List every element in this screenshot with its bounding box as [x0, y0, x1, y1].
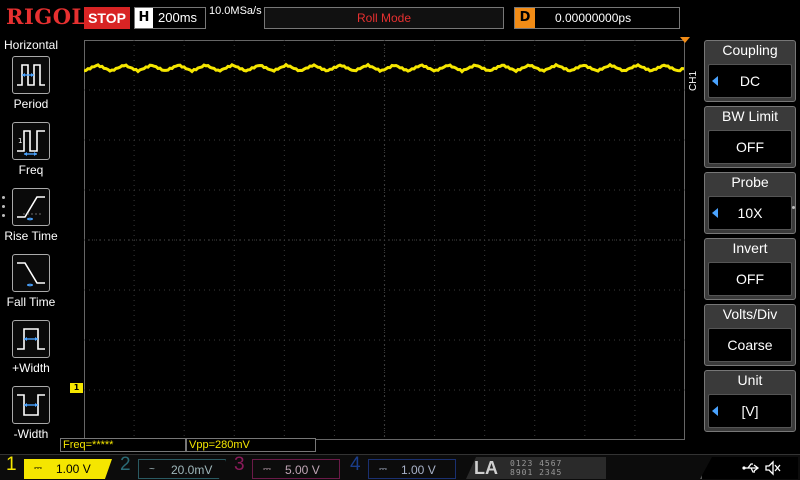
ac-coupling-icon: ~ [149, 464, 155, 475]
menu-value-box: [V] [708, 394, 792, 428]
horizontal-measure-menu: Horizontal Period 1 Freq Rise Time Fall … [0, 36, 62, 456]
channel-settings-menu: Coupling DC BW Limit OFF Probe 10X Inver… [704, 40, 796, 436]
logic-channels-row: 8901 2345 [510, 468, 563, 477]
trigger-delay-control[interactable]: D 0.00000000ps [514, 7, 680, 29]
menu-value: OFF [736, 139, 764, 155]
menu-coupling[interactable]: Coupling DC [704, 40, 796, 102]
timebase-letter: H [135, 8, 153, 28]
logic-channel-grid: 0123 4567 8901 2345 [510, 459, 562, 477]
system-status-area [700, 457, 798, 479]
frequency-measurement: Freq=***** [60, 438, 186, 452]
measure-label: Freq [18, 163, 44, 177]
channel-body: ⎓ 1.00 V [24, 459, 112, 479]
menu-value: [V] [741, 403, 759, 419]
vpp-measurement: Vpp=280mV [186, 438, 316, 452]
menu-probe[interactable]: Probe 10X [704, 172, 796, 234]
measure-item-period[interactable]: Period [0, 56, 62, 118]
waveform-display[interactable] [84, 40, 685, 440]
measure-item-fall-time[interactable]: Fall Time [0, 254, 62, 316]
timebase-control[interactable]: H 200ms [134, 7, 206, 29]
menu-page-indicator [792, 206, 795, 211]
menu-value: DC [739, 73, 761, 89]
measure-label: Period [13, 97, 49, 111]
frequency-icon: 1 [12, 122, 50, 160]
menu-title: Coupling [722, 42, 778, 58]
negative-width-icon [12, 386, 50, 424]
menu-value-box: 10X [708, 196, 792, 230]
measure-label: -Width [13, 427, 49, 441]
usb-icon [742, 463, 760, 473]
menu-title: Probe [731, 174, 769, 190]
trigger-position-marker[interactable] [680, 37, 690, 43]
delay-value: 0.00000000ps [555, 11, 632, 25]
menu-title: Unit [737, 372, 763, 388]
left-menu-title: Horizontal [3, 38, 59, 52]
measure-label: Rise Time [4, 229, 58, 243]
channel-number: 1 [6, 454, 17, 475]
channel-scale: 1.00 V [401, 463, 436, 477]
timebase-value: 200ms [158, 10, 198, 25]
menu-unit[interactable]: Unit [V] [704, 370, 796, 432]
menu-value: OFF [736, 271, 764, 287]
channel-body: ⎓ 5.00 V [252, 459, 340, 479]
sample-rate-readout: 10.0MSa/s [209, 5, 262, 17]
positive-width-icon [12, 320, 50, 358]
channel-scale: 1.00 V [56, 462, 91, 476]
speaker-muted-icon[interactable] [764, 460, 782, 476]
fall-time-icon [12, 254, 50, 292]
menu-value-box: OFF [708, 130, 792, 164]
svg-text:1: 1 [18, 137, 22, 145]
menu-volts-div[interactable]: Volts/Div Coarse [704, 304, 796, 366]
menu-title: BW Limit [722, 108, 778, 124]
menu-title: Volts/Div [722, 306, 778, 322]
acquire-mode-readout: Roll Mode [264, 7, 504, 29]
top-status-bar: RIGOL STOP H 200ms 10.0MSa/s Roll Mode D… [0, 0, 800, 36]
channel-number: 3 [234, 454, 245, 475]
menu-invert[interactable]: Invert OFF [704, 238, 796, 300]
measure-item-rise-time[interactable]: Rise Time [0, 188, 62, 250]
channel-number: 2 [120, 454, 131, 475]
brand-logo: RIGOL [6, 4, 87, 29]
channel-body: ~ 20.0mV [138, 459, 226, 479]
channel-body: ⎓ 1.00 V [368, 459, 456, 479]
rise-time-icon [12, 188, 50, 226]
logic-analyzer-status[interactable]: LA 0123 4567 8901 2345 [466, 457, 606, 479]
period-icon [12, 56, 50, 94]
menu-page-indicator [2, 196, 6, 223]
graticule [84, 40, 685, 440]
delay-letter: D [515, 8, 535, 28]
measure-label: +Width [12, 361, 50, 375]
ch1-ground-marker[interactable]: 1 [70, 383, 83, 393]
channel-scale: 20.0mV [171, 463, 213, 477]
menu-value-box: DC [708, 64, 792, 98]
channel-status-bar: 1 ⎓ 1.00 V 2 ~ 20.0mV 3 ⎓ 5.00 V 4 ⎓ 1.0… [0, 454, 800, 480]
dc-coupling-icon: ⎓ [34, 463, 42, 474]
menu-bw-limit[interactable]: BW Limit OFF [704, 106, 796, 168]
menu-value: Coarse [727, 337, 773, 353]
menu-title: Invert [732, 240, 768, 256]
run-stop-button[interactable]: STOP [84, 7, 130, 29]
channel-scale: 5.00 V [285, 463, 320, 477]
measure-item-freq[interactable]: 1 Freq [0, 122, 62, 184]
menu-value: 10X [737, 205, 763, 221]
dc-coupling-icon: ⎓ [263, 464, 271, 475]
logic-analyzer-label: LA [474, 458, 498, 478]
measure-item-negative-width[interactable]: -Width [0, 386, 62, 448]
channel-menu-tab: CH1 [688, 71, 699, 92]
measure-item-positive-width[interactable]: +Width [0, 320, 62, 382]
logic-channels-row: 0123 4567 [510, 459, 563, 468]
measure-label: Fall Time [6, 295, 56, 309]
dc-coupling-icon: ⎓ [379, 464, 387, 475]
menu-value-box: Coarse [708, 328, 792, 362]
channel-number: 4 [350, 454, 361, 475]
menu-value-box: OFF [708, 262, 792, 296]
